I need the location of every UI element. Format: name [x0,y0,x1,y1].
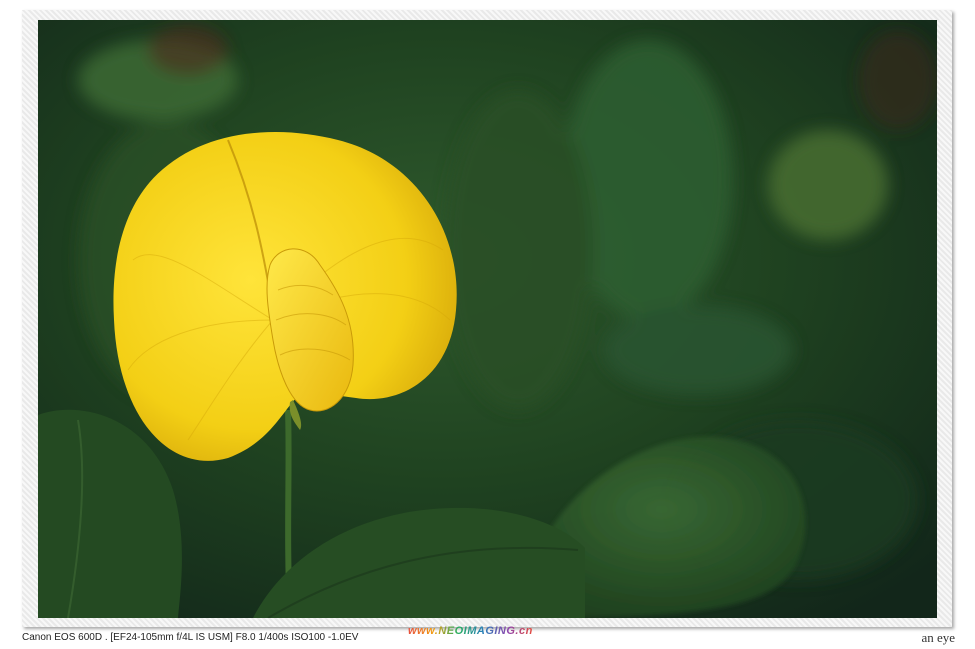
photo-caption: Canon EOS 600D . [EF24-105mm f/4L IS USM… [22,632,359,643]
flower-photo-image [38,20,937,618]
photo [38,20,937,618]
watermark-logo: www.NEOIMAGING.cn [408,625,533,637]
photographer-signature: an eye [921,630,955,645]
